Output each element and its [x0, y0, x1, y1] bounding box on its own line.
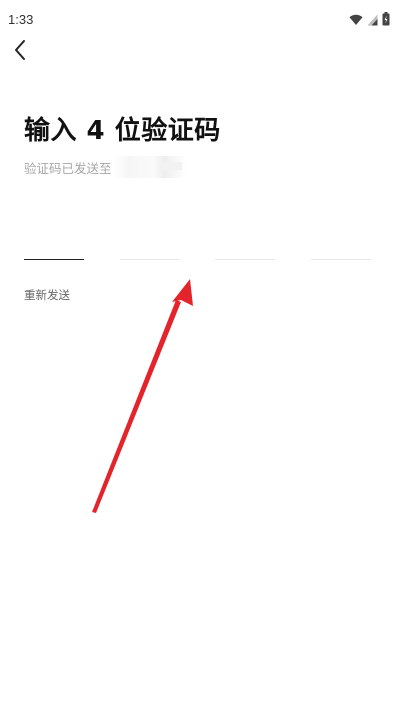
- sent-to-row: 验证码已发送至: [24, 156, 186, 178]
- battery-icon: [382, 11, 390, 30]
- red-arrow-annotation: [92, 279, 193, 513]
- code-digit-box-1[interactable]: [24, 225, 84, 260]
- code-digit-box-3[interactable]: [215, 225, 275, 260]
- arrow-head: [172, 279, 193, 306]
- wifi-icon: [349, 11, 363, 30]
- code-digit-box-2[interactable]: [120, 225, 180, 260]
- status-time: 1:33: [8, 12, 34, 27]
- back-button[interactable]: [4, 36, 36, 68]
- cellular-signal-icon: [367, 11, 378, 30]
- verification-code-input[interactable]: [24, 225, 374, 261]
- arrow-shaft: [92, 300, 181, 513]
- status-bar: 1:33: [0, 0, 400, 36]
- status-icons: [349, 11, 390, 30]
- sent-to-label: 验证码已发送至: [24, 160, 112, 176]
- page-title: 输入 4 位验证码: [24, 116, 221, 146]
- resend-code-link[interactable]: 重新发送: [24, 287, 70, 303]
- chevron-left-icon: [13, 39, 27, 65]
- masked-phone-number: [113, 156, 186, 178]
- code-digit-box-4[interactable]: [311, 225, 371, 260]
